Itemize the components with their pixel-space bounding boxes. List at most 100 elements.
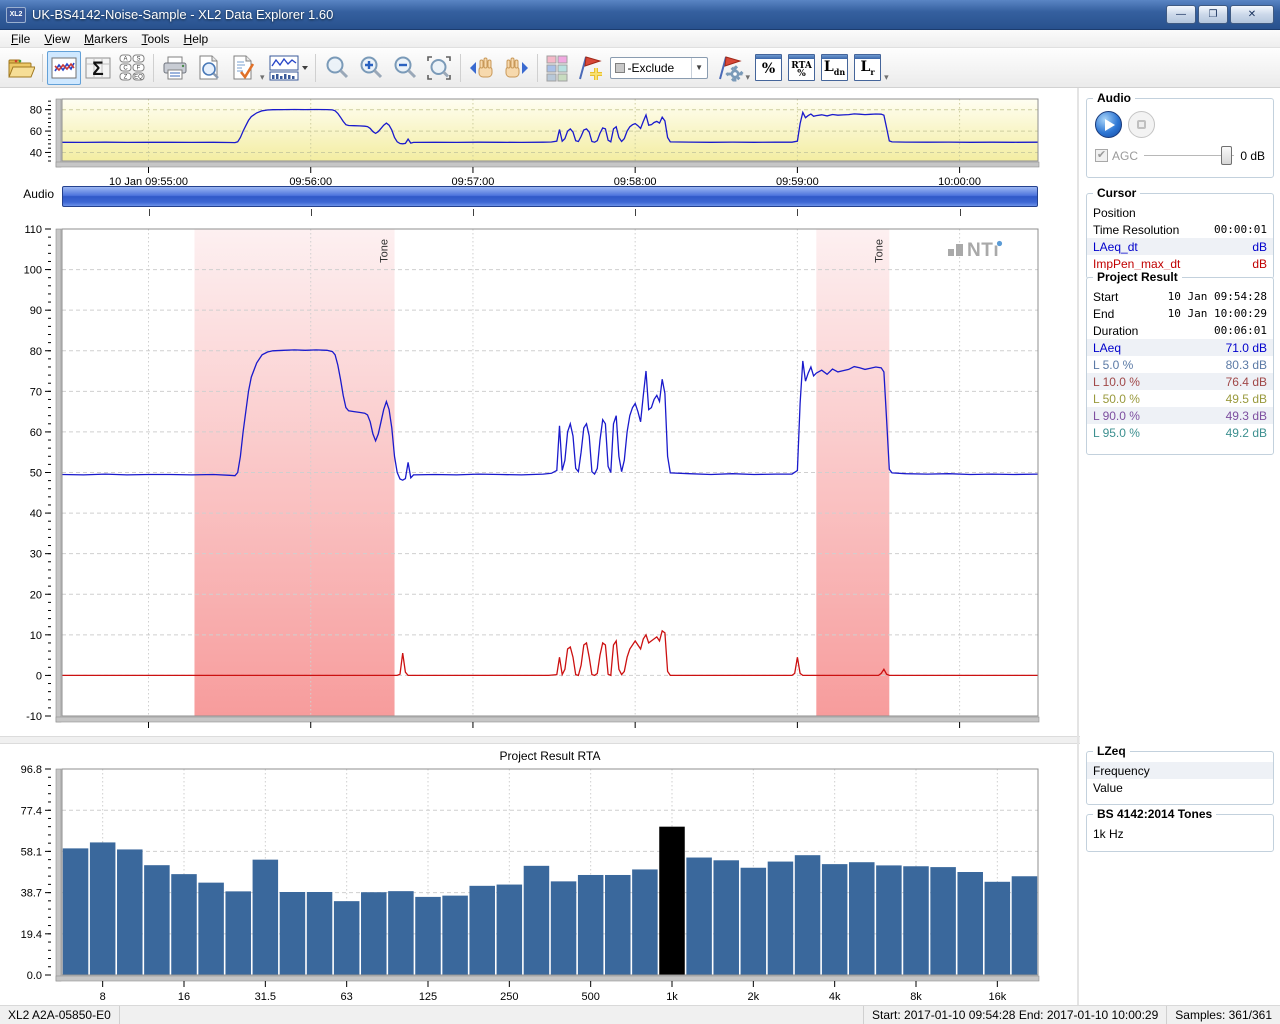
marker-settings-icon [714,53,744,83]
svg-text:38.7: 38.7 [21,888,42,900]
toolbar-overflow-icon[interactable]: ▾ [260,72,265,83]
rta-percent-button[interactable]: RTA % [788,54,815,81]
gain-slider[interactable] [1144,146,1234,165]
slider-thumb[interactable] [1221,146,1232,165]
stop-icon [1137,120,1146,129]
svg-text:100: 100 [24,265,42,277]
table-view-button[interactable]: Σ [81,51,115,85]
svg-text:80: 80 [30,346,42,358]
svg-text:A: A [123,56,127,62]
level-time-chart[interactable]: -10010203040506070809010011010 Jan 09:55… [0,221,1078,733]
print-preview-button[interactable] [192,51,226,85]
result-row: End10 Jan 10:00:29 [1087,305,1273,322]
menu-tools[interactable]: Tools [135,31,177,47]
result-row: Duration00:06:01 [1087,322,1273,339]
print-preview-icon [196,55,222,81]
svg-text:Σ: Σ [92,59,103,80]
marker-colors-icon [545,54,569,82]
play-button[interactable] [1095,111,1122,138]
svg-text:50: 50 [30,468,42,480]
svg-text:2k: 2k [748,991,760,1003]
lr-label: Lr [861,61,875,79]
print-button[interactable] [158,51,192,85]
svg-text:20: 20 [30,589,42,601]
cursor-row: Position [1087,204,1273,221]
zoom-cursor-button[interactable] [320,51,354,85]
result-row: L 90.0 %49.3 dB [1087,407,1273,424]
result-row: LAeq71.0 dB [1087,339,1273,356]
svg-text:96.8: 96.8 [21,764,42,776]
status-range: Start: 2017-01-10 09:54:28 End: 2017-01-… [863,1006,1166,1024]
marker-add-button[interactable] [572,51,606,85]
lzeq-group-title: LZeq [1093,744,1130,758]
zoom-in-button[interactable] [354,51,388,85]
menu-markers[interactable]: Markers [77,31,134,47]
toolbar-overflow-icon[interactable]: ▾ [746,72,751,83]
svg-text:63: 63 [341,991,353,1003]
svg-text:09:58:00: 09:58:00 [614,732,657,733]
exclude-swatch-icon [615,63,625,73]
audio-ticks [0,209,1080,217]
side-panel: Audio ✔ AGC 0 dB Cursor Position Tim [1080,88,1280,1005]
overview-level-chart[interactable]: 40608010 Jan 09:55:0009:56:0009:57:0009:… [0,95,1078,185]
percent-button[interactable]: % [755,54,782,81]
dropdown-caret-icon[interactable]: ▼ [691,58,707,78]
menu-file[interactable]: File [4,31,37,47]
marker-settings-button[interactable] [712,51,746,85]
svg-text:NTı: NTı [967,240,999,261]
result-row: L 10.0 %76.4 dB [1087,373,1273,390]
audio-track-label: Audio [0,187,54,201]
svg-text:70: 70 [30,386,42,398]
svg-text:09:58:00: 09:58:00 [614,176,657,185]
chart-type-button[interactable] [267,51,311,85]
pan-left-button[interactable] [465,51,499,85]
audio-track-row: Audio [0,185,1080,219]
marker-colors-button[interactable] [542,51,572,85]
agc-checkbox[interactable]: ✔ [1095,149,1108,162]
title-bar: XL2 UK-BS4142-Noise-Sample - XL2 Data Ex… [0,0,1280,30]
weighting-button[interactable]: AS CF ZEQ [115,51,149,85]
rta-percent-label: % [797,70,806,78]
svg-text:90: 90 [30,305,42,317]
svg-text:10 Jan 09:55:00: 10 Jan 09:55:00 [109,176,188,185]
weighting-icon: AS CF ZEQ [118,54,146,82]
result-row: L 5.0 %80.3 dB [1087,356,1273,373]
report-check-icon [230,55,256,81]
zoom-out-button[interactable] [388,51,422,85]
lr-button[interactable]: Lr [854,54,881,81]
svg-text:EQ: EQ [134,74,143,80]
svg-text:10 Jan 09:55:00: 10 Jan 09:55:00 [109,732,188,733]
svg-text:60: 60 [30,126,42,138]
ldn-button[interactable]: Ldn [821,54,848,81]
menu-view[interactable]: View [37,31,77,47]
pan-right-button[interactable] [499,51,533,85]
maximize-button[interactable]: ❐ [1198,5,1228,24]
lzeq-group: LZeq Frequency Value [1086,751,1274,805]
agc-label: AGC [1112,149,1138,163]
minimize-button[interactable]: — [1166,5,1196,24]
report-button[interactable] [226,51,260,85]
svg-text:09:57:00: 09:57:00 [452,176,495,185]
zoom-fit-button[interactable] [422,51,456,85]
main-content: 40608010 Jan 09:55:0009:56:0009:57:0009:… [0,88,1280,1005]
menu-help[interactable]: Help [177,31,216,47]
toolbar-overflow-icon[interactable]: ▾ [884,72,889,83]
vertical-splitter[interactable] [1077,88,1079,1005]
cursor-row: Time Resolution00:00:01 [1087,221,1273,238]
chart-view-icon [51,56,77,80]
audio-waveform-bar[interactable] [62,186,1038,207]
rta-spectrum-chart[interactable]: Project Result RTA0.019.438.758.177.496.… [0,747,1078,1005]
window-title: UK-BS4142-Noise-Sample - XL2 Data Explor… [32,7,1166,22]
magnifier-icon [324,55,350,81]
close-button[interactable]: ✕ [1230,5,1274,24]
svg-text:Project Result RTA: Project Result RTA [500,749,601,763]
ldn-label: Ldn [824,61,845,79]
marker-type-dropdown[interactable]: -Exclude ▼ [610,57,708,79]
open-project-button[interactable] [4,51,38,85]
svg-text:C: C [123,65,128,71]
svg-text:250: 250 [500,991,518,1003]
chart-view-button[interactable] [47,51,81,85]
stop-button[interactable] [1128,111,1155,138]
app-icon: XL2 [6,7,26,23]
pan-right-icon [502,56,530,80]
